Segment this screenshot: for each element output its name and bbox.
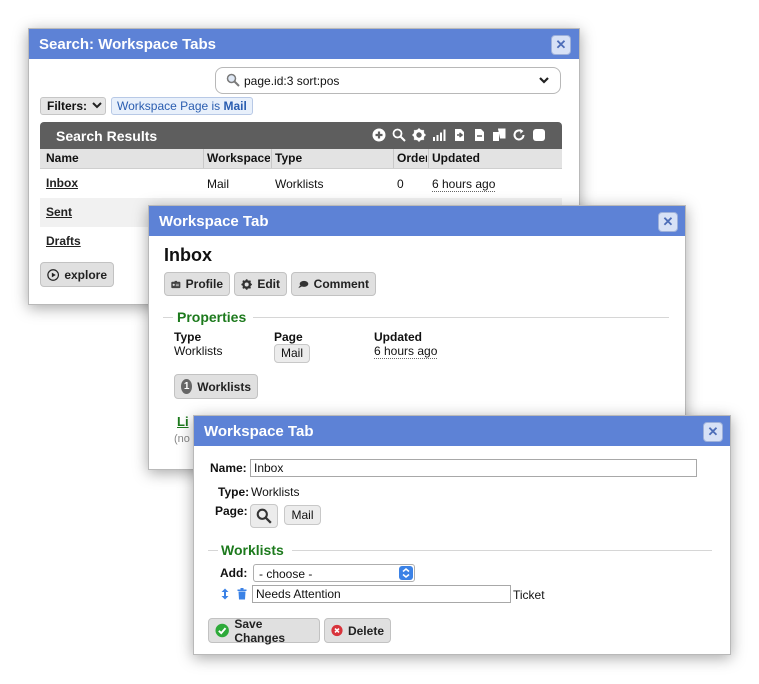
select-arrows-icon: [399, 566, 413, 580]
row-name-link[interactable]: Sent: [46, 205, 72, 219]
row-name-link[interactable]: Inbox: [46, 176, 78, 190]
type-label: Type:: [218, 485, 250, 499]
chevron-down-icon[interactable]: [538, 74, 550, 89]
worklists-count-button[interactable]: 1 Worklists: [174, 374, 258, 399]
prop-updated-label: Updated: [374, 330, 422, 344]
page-link-button[interactable]: Mail: [274, 344, 310, 363]
add-icon[interactable]: [372, 128, 386, 142]
check-circle-icon: [215, 623, 229, 638]
window-title: Search: Workspace Tabs: [39, 36, 217, 53]
type-value: Worklists: [251, 485, 300, 499]
copy-icon[interactable]: [492, 128, 506, 142]
add-select-value: - choose -: [259, 567, 313, 581]
results-toolbar: [372, 128, 546, 142]
close-button[interactable]: ✕: [658, 212, 678, 232]
row-workspace: Mail: [207, 177, 230, 191]
explore-label: explore: [64, 267, 107, 282]
section-divider: [253, 317, 669, 318]
save-changes-button[interactable]: Save Changes: [208, 616, 320, 645]
worklist-item-type: Ticket: [513, 588, 545, 602]
properties-section-title: Properties: [177, 309, 247, 325]
add-worklist-select[interactable]: - choose -: [253, 564, 415, 582]
export-icon[interactable]: [472, 128, 486, 142]
comment-icon: [298, 280, 309, 288]
gear-icon[interactable]: [412, 128, 426, 142]
prop-page-label: Page: [274, 330, 303, 344]
gear-icon: [241, 278, 252, 290]
row-order: 0: [397, 177, 404, 191]
prop-type-value: Worklists: [174, 344, 223, 358]
worklists-section-title: Worklists: [221, 542, 284, 558]
name-label: Name:: [210, 461, 247, 475]
profile-label: Profile: [185, 277, 223, 291]
section-divider: [292, 550, 712, 551]
x-circle-icon: [331, 624, 343, 637]
filter-chip[interactable]: Workspace Page is Mail: [111, 97, 253, 115]
count-badge: 1: [181, 379, 193, 394]
search-window-titlebar[interactable]: Search: Workspace Tabs ✕: [29, 29, 579, 59]
row-updated: 6 hours ago: [432, 177, 496, 192]
column-workspace[interactable]: Workspace: [207, 151, 270, 165]
none-text: (no: [174, 433, 190, 445]
filter-chip-prefix: Workspace Page is: [117, 99, 224, 113]
play-circle-icon: [47, 268, 60, 281]
import-icon[interactable]: [452, 128, 466, 142]
page-link-button[interactable]: Mail: [284, 505, 321, 525]
profile-button[interactable]: Profile: [164, 272, 230, 296]
worklists-label: Worklists: [197, 379, 251, 394]
worklist-item-name-field[interactable]: [252, 585, 511, 603]
row-name-link[interactable]: Drafts: [46, 234, 81, 248]
search-query-box[interactable]: page.id:3 sort:pos: [215, 67, 561, 94]
edit-window-titlebar[interactable]: Workspace Tab ✕: [194, 416, 730, 446]
row-type: Worklists: [275, 177, 324, 191]
edit-button[interactable]: Edit: [234, 272, 287, 296]
edit-label: Edit: [257, 277, 280, 291]
close-button[interactable]: ✕: [703, 422, 723, 442]
window-title: Workspace Tab: [204, 423, 314, 440]
page-label: Page:: [215, 504, 248, 518]
window-title: Workspace Tab: [159, 213, 269, 230]
delete-button[interactable]: Delete: [324, 618, 391, 643]
column-name[interactable]: Name: [46, 151, 79, 165]
comment-label: Comment: [313, 277, 369, 291]
search-icon[interactable]: [392, 128, 406, 142]
add-label: Add:: [220, 566, 248, 580]
section-divider: [163, 317, 173, 318]
chart-icon[interactable]: [432, 128, 446, 142]
comment-button[interactable]: Comment: [291, 272, 376, 296]
checkbox-icon[interactable]: [532, 128, 546, 142]
prop-updated-value: 6 hours ago: [374, 344, 438, 359]
id-card-icon: [171, 280, 181, 288]
column-order[interactable]: Order: [397, 151, 427, 165]
record-heading: Inbox: [164, 245, 212, 265]
explore-button[interactable]: explore: [40, 262, 114, 287]
filter-chip-value: Mail: [223, 99, 247, 113]
page-search-button[interactable]: [250, 504, 278, 528]
refresh-icon[interactable]: [512, 128, 526, 142]
results-title: Search Results: [56, 128, 158, 144]
drag-handle-icon[interactable]: [221, 588, 229, 603]
links-section-title: Li: [177, 414, 189, 429]
filters-label: Filters:: [47, 99, 88, 113]
name-field[interactable]: [250, 459, 697, 477]
trash-icon[interactable]: [237, 588, 247, 603]
delete-label: Delete: [347, 623, 384, 638]
close-button[interactable]: ✕: [551, 35, 571, 55]
prop-type-label: Type: [174, 330, 202, 344]
workspace-tab-edit-window: Workspace Tab ✕ Name: Type: Worklists Pa…: [193, 415, 731, 655]
table-row[interactable]: Inbox Mail Worklists 0 6 hours ago: [40, 169, 562, 198]
search-icon: [256, 508, 272, 524]
column-updated[interactable]: Updated: [432, 151, 480, 165]
results-column-header: Name Workspace Type Order Updated: [40, 149, 562, 169]
column-type[interactable]: Type: [275, 151, 302, 165]
save-label: Save Changes: [234, 616, 286, 645]
results-header-bar: Search Results: [40, 122, 562, 149]
chevron-down-icon: [92, 102, 103, 109]
search-icon: [226, 73, 240, 90]
section-divider: [208, 550, 218, 551]
filters-dropdown[interactable]: Filters:: [40, 97, 106, 115]
profile-window-titlebar[interactable]: Workspace Tab ✕: [149, 206, 685, 236]
search-query-text: page.id:3 sort:pos: [244, 74, 340, 88]
